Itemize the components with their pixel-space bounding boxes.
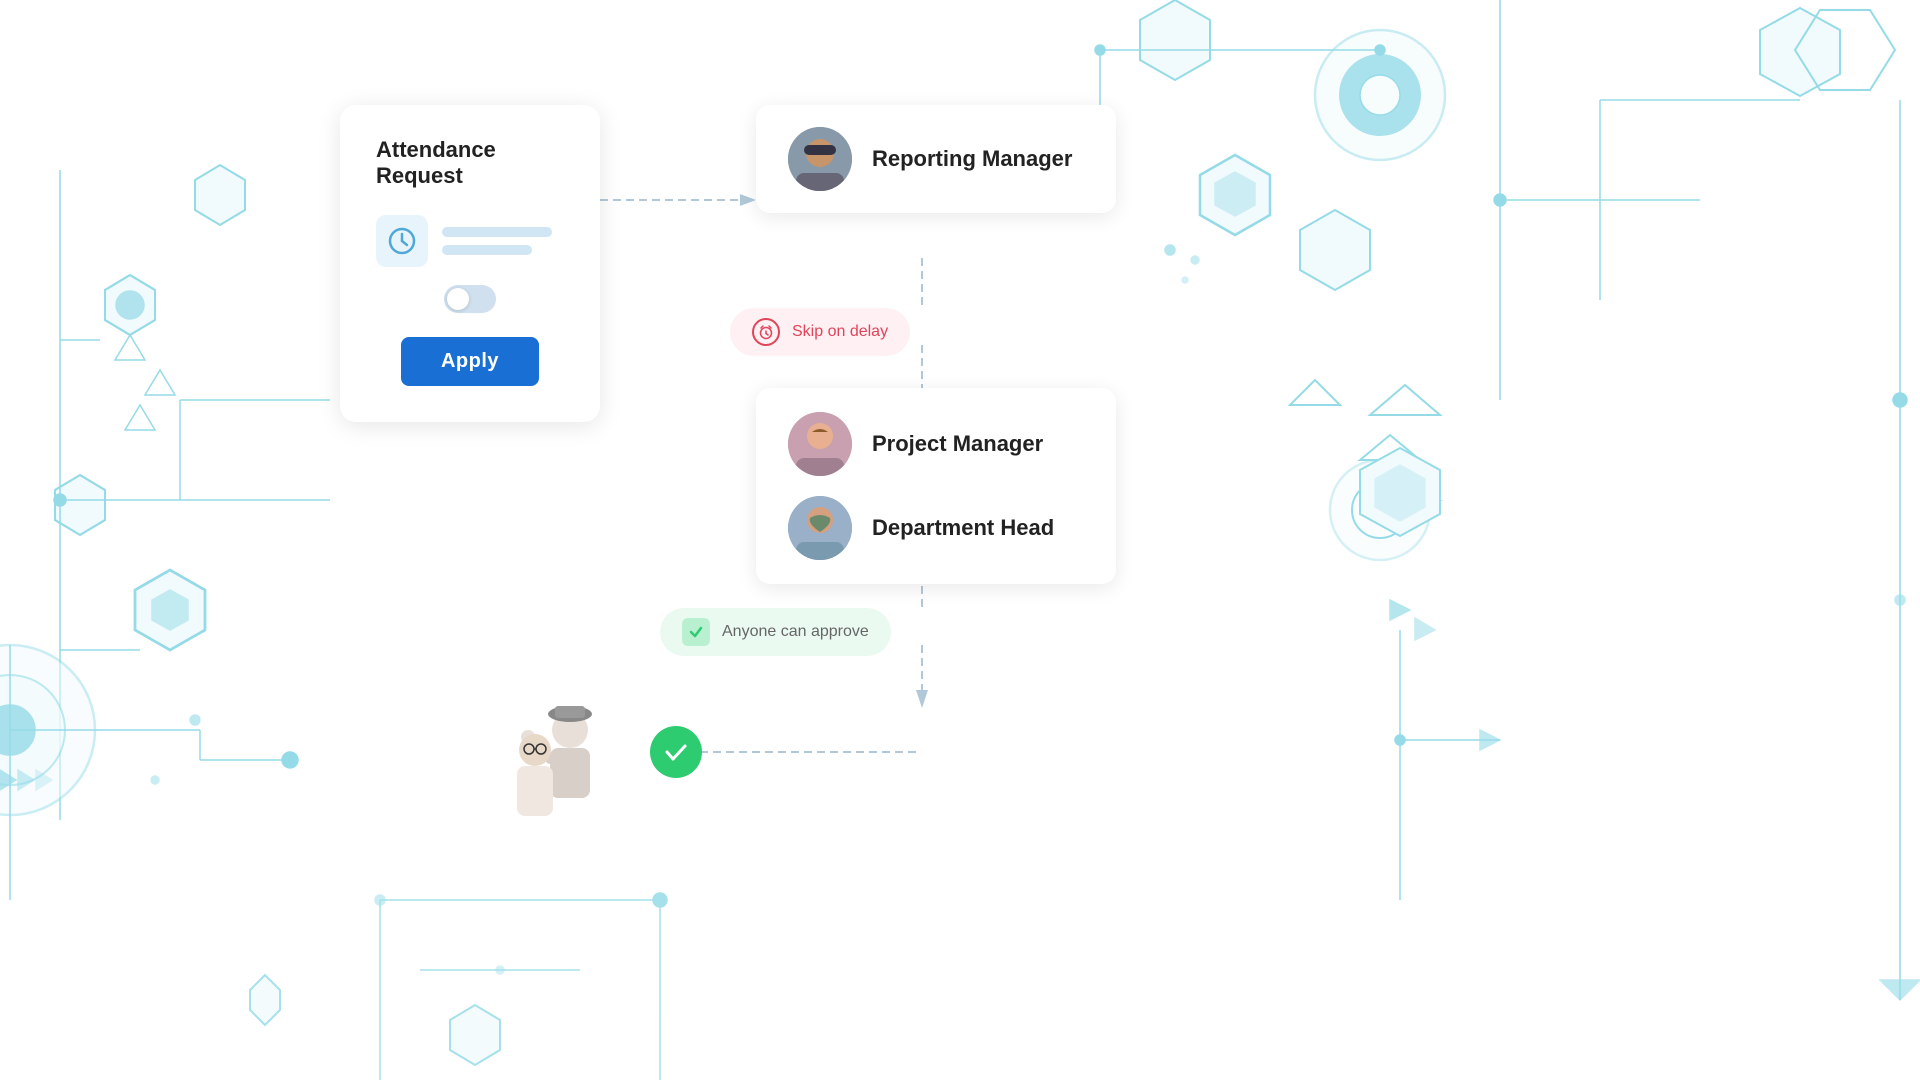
approvers-card: Project Manager Department Head (756, 388, 1116, 584)
anyone-can-approve-badge: Anyone can approve (660, 608, 891, 656)
reporting-manager-card: Reporting Manager (756, 105, 1116, 213)
check-icon-small (682, 618, 710, 646)
placeholder-line-short (442, 245, 532, 255)
placeholder-line-long (442, 227, 552, 237)
toggle[interactable] (444, 285, 496, 313)
anyone-can-approve-text: Anyone can approve (722, 623, 869, 641)
check-icon-large (662, 738, 690, 766)
clock-icon-box (376, 215, 428, 267)
department-head-label: Department Head (872, 515, 1054, 541)
alarm-icon (752, 318, 780, 346)
reporting-manager-label: Reporting Manager (872, 146, 1072, 172)
skip-on-delay-badge: Skip on delay (730, 308, 910, 356)
toggle-knob (447, 288, 469, 310)
project-manager-avatar (788, 412, 852, 476)
final-approval-check (650, 726, 702, 778)
reporting-manager-avatar (788, 127, 852, 191)
skip-on-delay-text: Skip on delay (792, 323, 888, 341)
card-title: Attendance Request (376, 137, 564, 189)
department-head-avatar (788, 496, 852, 560)
attendance-request-card: Attendance Request Apply (340, 105, 600, 422)
clock-icon (388, 227, 416, 255)
project-manager-label: Project Manager (872, 431, 1043, 457)
apply-button[interactable]: Apply (401, 337, 539, 386)
illustration (460, 680, 640, 840)
